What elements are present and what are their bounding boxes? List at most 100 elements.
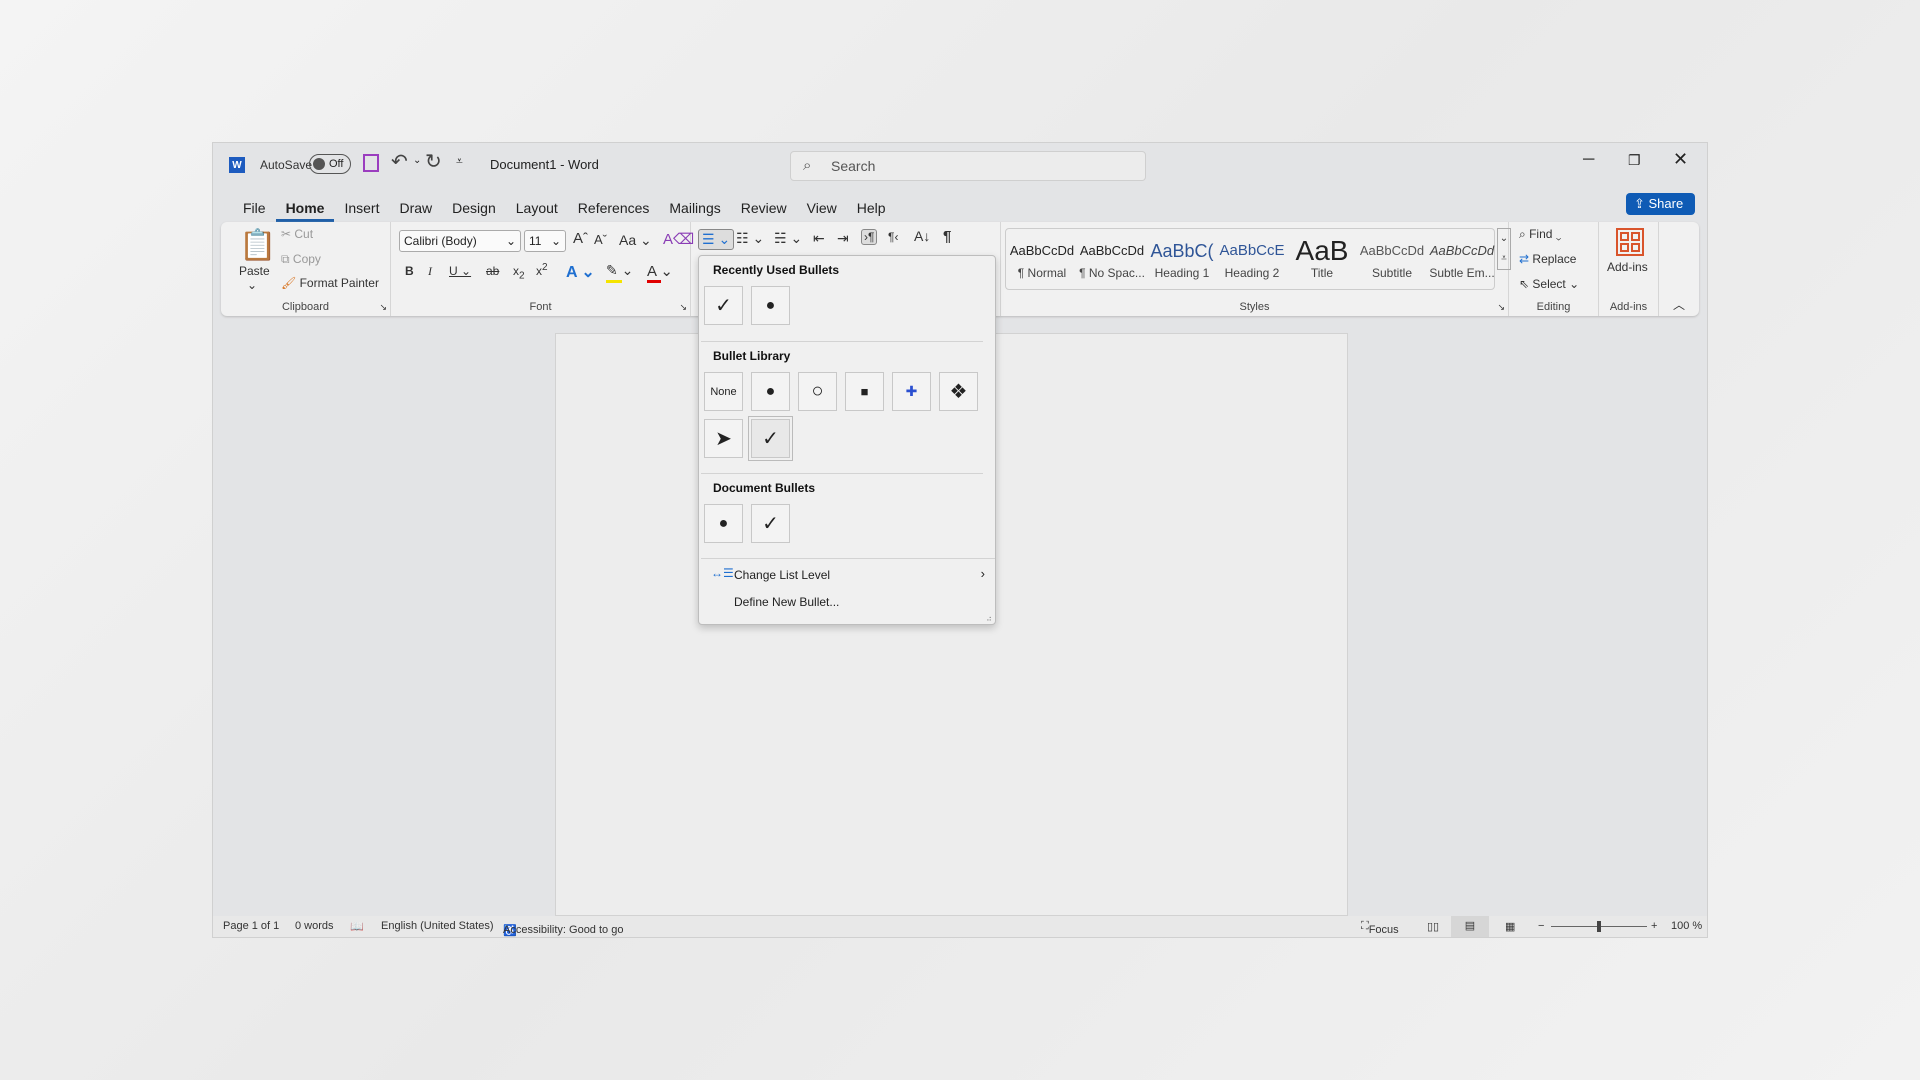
save-icon[interactable] [363,154,379,172]
undo-icon[interactable]: ↶ [391,149,408,174]
increase-indent-button[interactable]: ⇥ [837,230,849,247]
tab-mailings[interactable]: Mailings [659,197,730,222]
bullet-option-check[interactable]: ✓ [704,286,743,325]
format-painter-button[interactable]: 🖌 Format Painter [281,276,379,290]
paste-icon[interactable]: 📋 [239,228,276,263]
tab-help[interactable]: Help [847,197,896,222]
font-launcher-icon[interactable]: ↘ [679,302,687,313]
styles-launcher-icon[interactable]: ↘ [1497,302,1505,313]
bullet-option-cross[interactable]: ✚ [892,372,931,411]
copy-button[interactable]: ⧉ Copy [281,252,321,267]
zoom-level[interactable]: 100 % [1671,920,1702,932]
close-button[interactable]: ✕ [1673,149,1688,170]
define-new-bullet-item[interactable]: Define New Bullet... [699,592,995,614]
underline-button[interactable]: U ⌄ [449,264,471,278]
multilevel-list-button[interactable]: ☵ ⌄ [774,230,802,247]
bullet-option-check[interactable]: ✓ [751,504,790,543]
style-normal[interactable]: AaBbCcDd ¶ Normal [1007,236,1077,280]
tab-file[interactable]: File [233,197,276,222]
language-status[interactable]: English (United States) [381,920,494,932]
shrink-font-icon[interactable]: Aˇ [594,232,607,247]
search-input[interactable]: ⌕ Search [790,151,1146,181]
page-count[interactable]: Page 1 of 1 [223,920,279,932]
style-heading-1[interactable]: AaBbC(Heading 1 [1147,236,1217,280]
bold-button[interactable]: B [405,264,414,278]
clear-formatting-icon[interactable]: A⌫ [663,230,694,248]
ribbon-tabs: File Home Insert Draw Design Layout Refe… [233,197,896,222]
undo-dropdown-icon[interactable]: ⌄ [413,155,421,166]
font-name-select[interactable]: Calibri (Body) ⌄ [399,230,521,252]
style-heading-2[interactable]: AaBbCcE Heading 2 [1217,236,1287,280]
text-effects-icon[interactable]: A ⌄ [566,262,595,282]
style-title[interactable]: AaB Title [1287,236,1357,280]
bullets-button[interactable]: ☰ ⌄ [698,229,735,250]
bullet-option-none[interactable]: None [704,372,743,411]
tab-review[interactable]: Review [731,197,797,222]
word-count[interactable]: 0 words [295,920,334,932]
tab-insert[interactable]: Insert [334,197,389,222]
bullet-option-dot[interactable]: ● [704,504,743,543]
zoom-out-button[interactable]: − [1538,920,1544,932]
grow-font-icon[interactable]: Aˆ [573,230,588,247]
tab-design[interactable]: Design [442,197,506,222]
restore-button[interactable]: ❐ [1628,152,1641,169]
replace-button[interactable]: ⇄ Replace [1519,252,1576,266]
font-color-button[interactable]: A ⌄ [647,262,673,283]
highlight-color-button[interactable]: ✎ ⌄ [606,262,633,283]
customize-qat-icon[interactable]: ⩡ [456,154,463,169]
collapse-ribbon-icon[interactable]: ︿ [1673,296,1685,313]
style-subtitle[interactable]: AaBbCcDd Subtitle [1357,236,1427,280]
focus-button[interactable]: ⛶ Focus [1361,920,1399,936]
redo-icon[interactable]: ↻ [425,149,442,174]
style-preview: AaBbCcDd [1079,243,1145,258]
addins-button[interactable]: Add-ins [1607,260,1648,274]
web-layout-icon[interactable]: ▦ [1505,920,1515,933]
bullet-option-diamonds[interactable]: ❖ [939,372,978,411]
bullet-option-dot[interactable]: ● [751,372,790,411]
rtl-button[interactable]: ¶‹ [888,230,898,244]
tab-draw[interactable]: Draw [389,197,442,222]
change-case-button[interactable]: Aa ⌄ [619,232,652,249]
minimize-button[interactable]: ─ [1583,151,1594,169]
style-no-spacing[interactable]: AaBbCcDd ¶ No Spac... [1077,236,1147,280]
tab-references[interactable]: References [568,197,660,222]
paste-button[interactable]: Paste [239,264,270,278]
clipboard-launcher-icon[interactable]: ↘ [379,302,387,313]
select-button[interactable]: ⇖ Select ⌄ [1519,277,1579,291]
show-formatting-button[interactable]: ¶ [943,228,951,245]
decrease-indent-button[interactable]: ⇤ [813,230,825,247]
bullet-option-dot[interactable]: ● [751,286,790,325]
change-list-level-item[interactable]: ↔☰ Change List Level › [699,564,995,586]
font-size-select[interactable]: 11 ⌄ [524,230,566,252]
font-size-value: 11 [529,234,542,248]
clipboard-label: Clipboard [281,301,330,313]
strikethrough-button[interactable]: ab [486,264,499,278]
proofing-icon[interactable]: 📖 [350,920,364,933]
bullet-option-arrow[interactable]: ➤ [704,419,743,458]
bullet-option-square[interactable]: ■ [845,372,884,411]
find-button[interactable]: ⌕ Find ⌄ [1519,227,1561,242]
tab-home[interactable]: Home [275,197,335,222]
resize-grip-icon[interactable]: ⠴ [986,614,992,623]
style-subtle-emphasis[interactable]: AaBbCcDd Subtle Em... [1427,236,1497,280]
superscript-button[interactable]: x2 [536,262,548,278]
autosave-toggle[interactable]: Off [309,154,351,174]
bullet-option-check-selected[interactable]: ✓ [748,416,793,461]
italic-button[interactable]: I [428,264,432,279]
ltr-button[interactable]: ›¶ [861,229,878,245]
bullet-option-circle[interactable]: ○ [798,372,837,411]
cut-button[interactable]: ✂ Cut [281,227,313,241]
zoom-in-button[interactable]: + [1651,920,1657,932]
zoom-slider-thumb[interactable] [1597,921,1601,932]
tab-layout[interactable]: Layout [506,197,568,222]
subscript-button[interactable]: x2 [513,264,525,281]
addins-icon[interactable] [1616,228,1644,256]
define-new-bullet-label: Define New Bullet... [734,595,840,609]
numbering-button[interactable]: ☷ ⌄ [736,230,764,247]
print-layout-icon[interactable]: ▤ [1451,916,1489,937]
read-mode-icon[interactable]: ▯▯ [1427,920,1439,933]
share-button[interactable]: ⇪ Share ⌄ [1626,193,1695,233]
tab-view[interactable]: View [797,197,847,222]
paste-dropdown-icon[interactable]: ⌄ [247,278,257,292]
sort-button[interactable]: A↓ [914,228,930,244]
